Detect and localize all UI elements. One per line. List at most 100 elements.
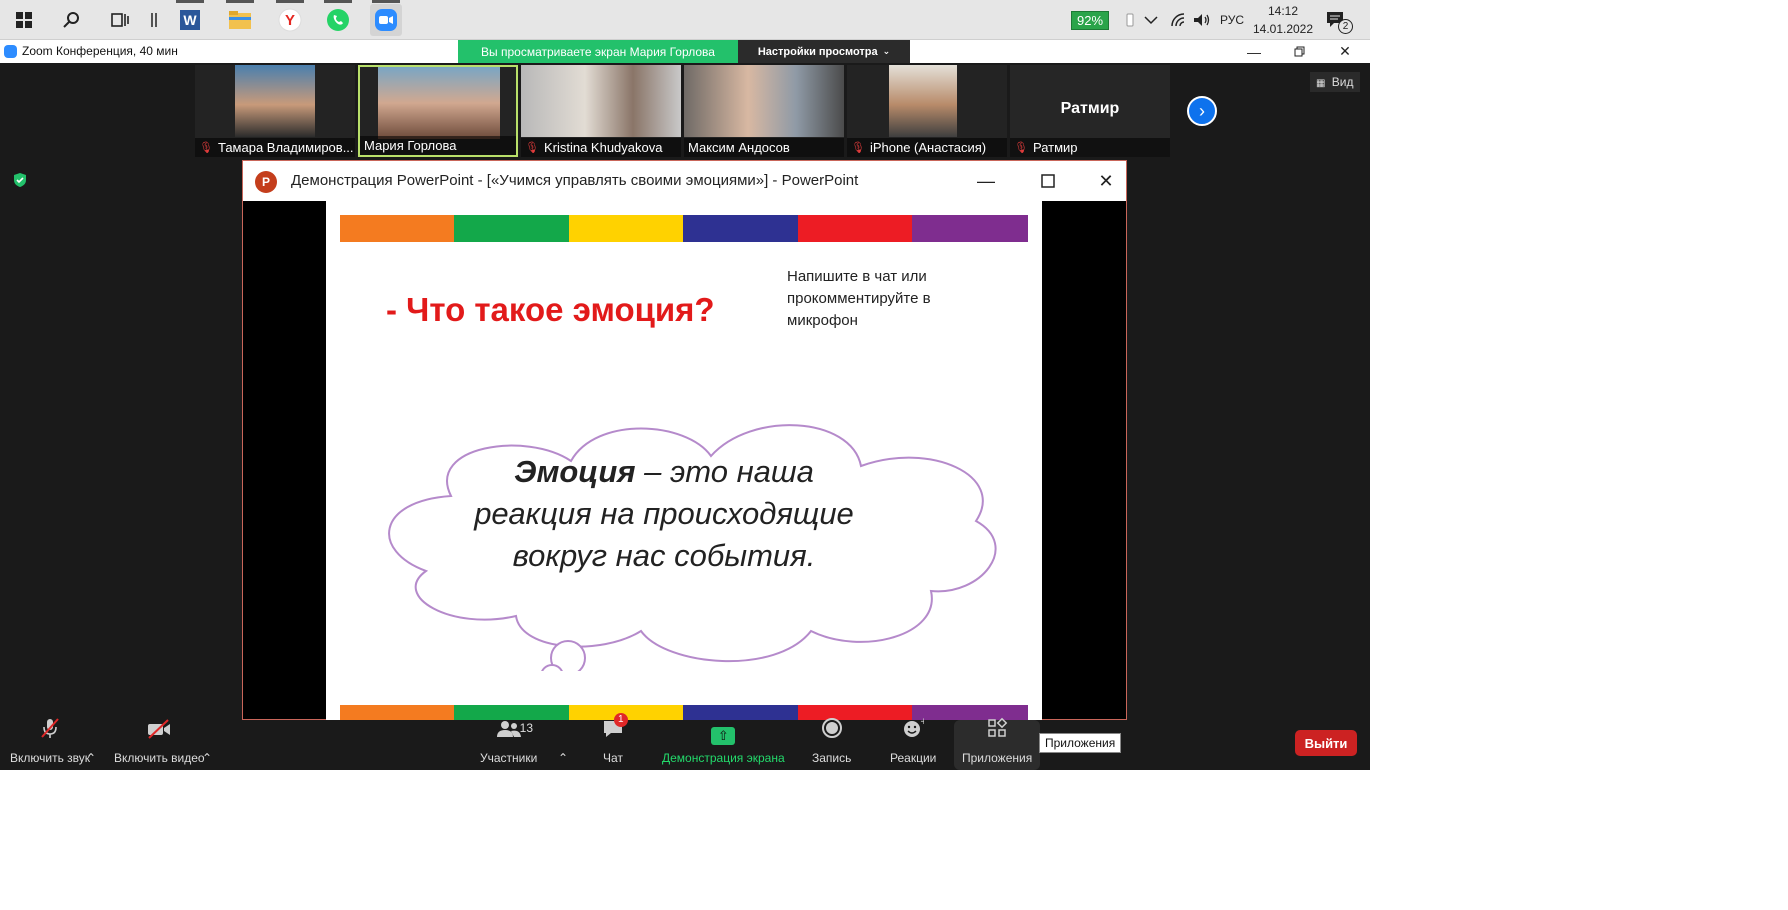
participant-video bbox=[235, 65, 315, 137]
powerpoint-window: P Демонстрация PowerPoint - [«Учимся упр… bbox=[242, 160, 1127, 721]
participant-name: Мария Горлова bbox=[364, 138, 457, 153]
slide: - Что такое эмоция? Напишите в чат или п… bbox=[326, 201, 1042, 721]
start-video-button[interactable]: Включить видео bbox=[114, 719, 205, 770]
yandex-browser-icon[interactable]: Y bbox=[274, 0, 306, 36]
participant-video bbox=[378, 67, 500, 139]
ppt-minimize-button[interactable]: — bbox=[966, 166, 1006, 196]
battery-level: 92% bbox=[1071, 10, 1110, 30]
mic-muted-icon: 🎙 bbox=[199, 142, 213, 154]
participant-tile[interactable]: Максим Андосов bbox=[684, 65, 844, 157]
participant-video bbox=[889, 65, 957, 137]
stripe-top-purple bbox=[912, 215, 1028, 242]
svg-text:+: + bbox=[920, 717, 924, 727]
screen: W Y 92% РУС 14:12 14.01.2022 2 Zoom Конф… bbox=[0, 0, 1370, 770]
view-settings-label: Настройки просмотра bbox=[757, 45, 878, 58]
svg-text:Y: Y bbox=[285, 12, 295, 29]
viewing-banner: Вы просматриваете экран Мария Горлова bbox=[458, 40, 738, 63]
participants-options-chevron-icon[interactable]: ⌃ bbox=[558, 720, 568, 770]
apps-tooltip: Приложения bbox=[1039, 733, 1122, 753]
chevron-down-icon: ⌄ bbox=[882, 46, 891, 56]
record-label: Запись bbox=[812, 751, 852, 765]
zoom-logo-icon bbox=[4, 45, 17, 58]
cloud-line-3: вокруг нас события. bbox=[512, 538, 816, 573]
windows-start-icon[interactable] bbox=[8, 4, 40, 36]
view-settings-button[interactable]: Настройки просмотра ⌄ bbox=[738, 40, 910, 63]
apps-label: Приложения bbox=[962, 751, 1033, 765]
participant-name: Максим Андосов bbox=[688, 140, 790, 155]
zoom-icon[interactable] bbox=[370, 0, 402, 36]
stripe-top-yellow bbox=[569, 215, 683, 242]
reactions-button[interactable]: + Реакции bbox=[890, 717, 937, 770]
clock[interactable]: 14:12 14.01.2022 bbox=[1250, 2, 1316, 38]
participant-tile[interactable]: Мария Горлова bbox=[358, 65, 518, 157]
participant-tile[interactable]: Ратмир 🎙 Ратмир bbox=[1010, 65, 1170, 157]
grid-icon: ▦ bbox=[1316, 78, 1326, 89]
cloud-definition: Эмоция – это наша реакция на происходящи… bbox=[444, 451, 884, 577]
zoom-window-title: Zoom Конференция, 40 мин bbox=[22, 44, 178, 58]
powerpoint-titlebar: P Демонстрация PowerPoint - [«Учимся упр… bbox=[243, 161, 1126, 201]
participant-tile[interactable]: 🎙 Kristina Khudyakova bbox=[521, 65, 681, 157]
participant-name: Ратмир bbox=[1032, 140, 1078, 155]
chat-icon: 1 bbox=[602, 713, 628, 745]
record-button[interactable]: Запись bbox=[812, 718, 852, 770]
mic-muted-icon: 🎙 bbox=[1014, 142, 1028, 154]
participant-name: iPhone (Анастасия) bbox=[869, 140, 987, 155]
mic-muted-icon: 🎙 bbox=[525, 142, 539, 154]
participant-tile[interactable]: 🎙 iPhone (Анастасия) bbox=[847, 65, 1007, 157]
audio-options-chevron-icon[interactable]: ⌃ bbox=[86, 720, 96, 770]
share-screen-label: Демонстрация экрана bbox=[662, 751, 785, 765]
wifi-icon[interactable] bbox=[1170, 0, 1186, 40]
share-screen-icon: ⇧ bbox=[711, 727, 736, 745]
search-icon[interactable] bbox=[56, 4, 88, 36]
language-indicator[interactable]: РУС bbox=[1220, 0, 1244, 40]
view-button[interactable]: ▦ Вид bbox=[1310, 72, 1360, 92]
participants-button[interactable]: 13 Участники bbox=[480, 720, 537, 770]
unmute-button[interactable]: Включить звук bbox=[10, 717, 91, 770]
powerpoint-logo-icon: P bbox=[255, 171, 277, 193]
ppt-maximize-button[interactable] bbox=[1028, 166, 1068, 196]
next-page-button[interactable]: › bbox=[1187, 96, 1217, 126]
security-shield-icon[interactable] bbox=[12, 172, 28, 188]
svg-text:W: W bbox=[183, 12, 197, 28]
microphone-muted-icon bbox=[39, 717, 61, 745]
word-icon[interactable]: W bbox=[174, 0, 206, 36]
restore-button[interactable] bbox=[1279, 40, 1319, 63]
unmute-label: Включить звук bbox=[10, 751, 91, 765]
share-screen-button[interactable]: ⇧ Демонстрация экрана bbox=[662, 720, 785, 770]
volume-icon[interactable] bbox=[1193, 0, 1211, 40]
notification-center-icon[interactable]: 2 bbox=[1326, 0, 1353, 40]
minimize-button[interactable]: — bbox=[1234, 40, 1274, 63]
tray-extra-icon[interactable] bbox=[1126, 0, 1134, 40]
stripe-bottom-blue bbox=[683, 705, 798, 721]
task-view-icon[interactable] bbox=[104, 4, 136, 36]
participant-tile[interactable]: 🎙 Тамара Владимиров... bbox=[195, 65, 355, 157]
battery-indicator[interactable]: 92% bbox=[1071, 0, 1110, 40]
clock-time: 14:12 bbox=[1267, 4, 1299, 18]
whatsapp-icon[interactable] bbox=[322, 0, 354, 36]
taskbar-separator-icon bbox=[138, 4, 170, 36]
chevron-up-icon[interactable] bbox=[1144, 0, 1158, 40]
apps-button[interactable]: Приложения bbox=[954, 717, 1041, 770]
cloud-line-1: Эмоция – это наша bbox=[444, 451, 884, 493]
slide-hint: Напишите в чат или прокомментируйте в ми… bbox=[787, 268, 931, 329]
participants-icon: 13 bbox=[496, 719, 533, 745]
camera-off-icon bbox=[146, 719, 172, 745]
participant-label: 🎙 Тамара Владимиров... bbox=[195, 138, 355, 157]
chat-badge: 1 bbox=[614, 713, 628, 727]
participants-label: Участники bbox=[480, 751, 538, 765]
participants-count: 13 bbox=[519, 721, 534, 735]
file-explorer-icon[interactable] bbox=[224, 0, 256, 36]
stripe-top-orange bbox=[340, 215, 454, 242]
reactions-label: Реакции bbox=[890, 751, 937, 765]
zoom-titlebar: Zoom Конференция, 40 мин Вы просматривае… bbox=[0, 40, 1370, 63]
view-button-label: Вид bbox=[1331, 75, 1354, 89]
participant-label: 🎙 Ратмир bbox=[1010, 138, 1170, 157]
video-options-chevron-icon[interactable]: ⌃ bbox=[202, 720, 212, 770]
leave-meeting-button[interactable]: Выйти bbox=[1295, 730, 1357, 756]
cloud-line-2: реакция на происходящие bbox=[474, 496, 854, 531]
start-video-label: Включить видео bbox=[114, 751, 205, 765]
chat-button[interactable]: 1 Чат bbox=[602, 713, 628, 770]
close-button[interactable]: ✕ bbox=[1325, 40, 1365, 63]
mic-muted-icon: 🎙 bbox=[851, 142, 865, 154]
ppt-close-button[interactable]: ✕ bbox=[1086, 166, 1126, 196]
